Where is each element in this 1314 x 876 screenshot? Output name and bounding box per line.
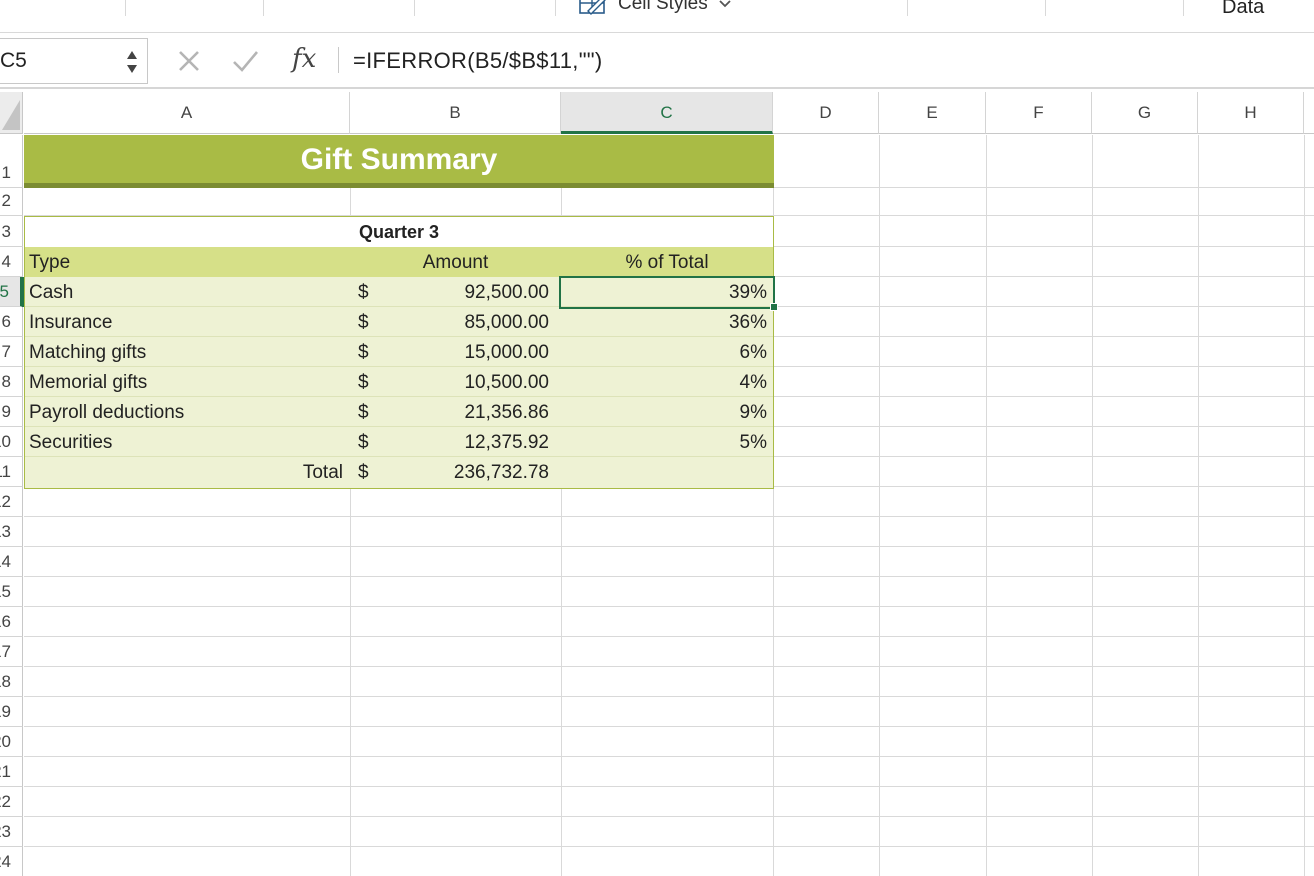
formula-bar-divider [338, 47, 339, 73]
column-header-f[interactable]: F [986, 92, 1092, 134]
ribbon-separator [907, 0, 908, 16]
row-header[interactable]: 17 [0, 637, 23, 667]
row-header[interactable]: 5 [0, 277, 23, 307]
row-header[interactable]: 22 [0, 787, 23, 817]
active-cell-selection[interactable] [559, 276, 775, 309]
column-header-b[interactable]: B [350, 92, 561, 134]
column-header-e[interactable]: E [879, 92, 986, 134]
column-header-a[interactable]: A [24, 92, 350, 134]
ribbon-separator [1045, 0, 1046, 16]
row-header[interactable]: 7 [0, 337, 23, 367]
row-header[interactable]: 18 [0, 667, 23, 697]
row-header[interactable]: 15 [0, 577, 23, 607]
row-header[interactable]: 20 [0, 727, 23, 757]
row-header[interactable]: 19 [0, 697, 23, 727]
row-header[interactable]: 4 [0, 247, 23, 277]
fill-handle[interactable] [770, 303, 778, 311]
select-all-icon [2, 100, 20, 130]
sheet-title: Gift Summary [300, 143, 498, 176]
row-header[interactable]: 13 [0, 517, 23, 547]
row-header[interactable]: 11 [0, 457, 23, 487]
row-header[interactable]: 12 [0, 487, 23, 517]
row-header[interactable]: 2 [0, 188, 23, 216]
insert-function-button[interactable]: fx [292, 44, 316, 74]
ribbon-separator [1183, 0, 1184, 16]
row-header[interactable]: 1 [0, 135, 23, 188]
row-header[interactable]: 10 [0, 427, 23, 457]
tab-data[interactable]: Data [1222, 0, 1264, 19]
column-header-c[interactable]: C [561, 92, 773, 134]
row-header[interactable]: 23 [0, 817, 23, 847]
ribbon-separator [125, 0, 126, 16]
row-header[interactable]: 8 [0, 367, 23, 397]
name-box-value: C5 [0, 49, 27, 72]
ribbon-separator [414, 0, 415, 16]
formula-input[interactable]: =IFERROR(B5/$B$11,"") [353, 48, 603, 74]
name-box[interactable]: C5 [0, 38, 148, 84]
column-header-h[interactable]: H [1198, 92, 1304, 134]
select-all-button[interactable] [0, 92, 23, 134]
row-header[interactable]: 24 [0, 847, 23, 876]
ribbon: Cell Styles Data [0, 0, 1314, 33]
cell-styles-icon [579, 0, 606, 15]
chevron-down-icon [719, 0, 731, 8]
formula-bar: C5 fx =IFERROR(B5/$B$11,"") [0, 33, 1314, 89]
cancel-x-icon[interactable] [175, 47, 203, 75]
row-header[interactable]: 6 [0, 307, 23, 337]
column-header-d[interactable]: D [773, 92, 879, 134]
cell-styles-label: Cell Styles [618, 0, 708, 14]
table-border [24, 216, 774, 489]
ribbon-separator [555, 0, 556, 16]
row-header[interactable]: 3 [0, 216, 23, 247]
row-header[interactable]: 14 [0, 547, 23, 577]
title-cell[interactable]: Gift Summary [24, 135, 774, 188]
cell-styles-button[interactable]: Cell Styles [578, 0, 732, 17]
row-header[interactable]: 16 [0, 607, 23, 637]
ribbon-separator [263, 0, 264, 16]
row-header[interactable]: 9 [0, 397, 23, 427]
row-header[interactable]: 21 [0, 757, 23, 787]
column-header-next[interactable] [1304, 92, 1314, 134]
name-box-stepper-icon[interactable] [125, 47, 139, 77]
enter-check-icon[interactable] [231, 47, 259, 75]
column-header-g[interactable]: G [1092, 92, 1198, 134]
